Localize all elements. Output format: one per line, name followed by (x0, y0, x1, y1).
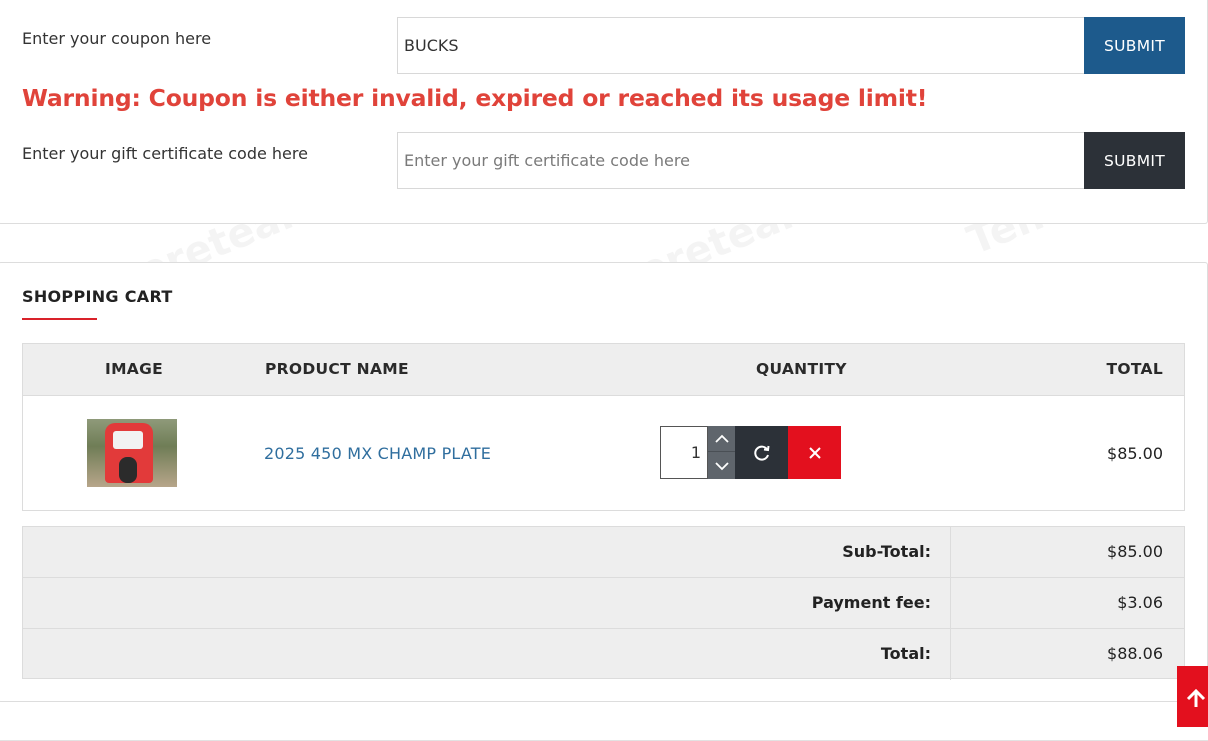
product-image[interactable] (87, 419, 177, 487)
scroll-to-top-button[interactable] (1177, 666, 1208, 727)
table-row: 2025 450 MX CHAMP PLATE 1 $85.00 (23, 396, 1184, 510)
column-header-product-name: PRODUCT NAME (265, 360, 409, 378)
cart-table-header: IMAGE PRODUCT NAME QUANTITY TOTAL (23, 344, 1184, 396)
totals-row-total: Total: $88.06 (23, 629, 1184, 680)
subtotal-value: $85.00 (1107, 542, 1163, 561)
quantity-stepper (708, 426, 735, 479)
subtotal-label: Sub-Total: (842, 542, 931, 561)
shopping-cart-heading: SHOPPING CART (22, 287, 173, 306)
chevron-up-icon (714, 434, 729, 443)
cart-totals-table: Sub-Total: $85.00 Payment fee: $3.06 Tot… (22, 526, 1185, 680)
coupon-warning-message: Warning: Coupon is either invalid, expir… (22, 84, 928, 112)
arrow-up-icon (1186, 688, 1206, 707)
totals-divider (950, 578, 951, 628)
quantity-increase-button[interactable] (708, 426, 735, 452)
coupon-input[interactable] (397, 17, 1085, 74)
thumb-wheel-shape (119, 457, 137, 483)
gift-certificate-label: Enter your gift certificate code here (22, 144, 308, 163)
chevron-down-icon (714, 461, 729, 470)
gift-certificate-submit-button[interactable]: SUBMIT (1084, 132, 1185, 189)
refresh-icon (753, 445, 769, 461)
column-header-total: TOTAL (1106, 360, 1163, 378)
column-header-image: IMAGE (105, 360, 163, 378)
gift-certificate-input[interactable] (397, 132, 1085, 189)
totals-row-payment-fee: Payment fee: $3.06 (23, 578, 1184, 629)
cart-table: IMAGE PRODUCT NAME QUANTITY TOTAL 2025 4… (22, 343, 1185, 511)
totals-divider (950, 629, 951, 680)
quantity-input[interactable] (660, 426, 708, 479)
close-icon (808, 446, 821, 459)
quantity-decrease-button[interactable] (708, 453, 735, 479)
checkout-page: Tenereteam Tenereteam Tenereteam Teneret… (0, 0, 1208, 741)
product-name-link[interactable]: 2025 450 MX CHAMP PLATE (264, 444, 491, 463)
payment-fee-value: $3.06 (1117, 593, 1163, 612)
thumb-plate-shape (113, 431, 143, 449)
total-label: Total: (880, 644, 931, 663)
coupon-submit-button[interactable]: SUBMIT (1084, 17, 1185, 74)
totals-divider (950, 527, 951, 577)
coupon-label: Enter your coupon here (22, 29, 212, 48)
remove-item-button[interactable] (788, 426, 841, 479)
gift-certificate-form: Enter your gift certificate code here SU… (0, 132, 1208, 189)
heading-underline (22, 318, 97, 320)
total-value: $88.06 (1107, 644, 1163, 663)
column-header-quantity: QUANTITY (756, 360, 847, 378)
coupon-form: Enter your coupon here SUBMIT (0, 17, 1208, 74)
totals-row-subtotal: Sub-Total: $85.00 (23, 527, 1184, 578)
item-total: $85.00 (1107, 444, 1163, 463)
update-quantity-button[interactable] (735, 426, 788, 479)
payment-fee-label: Payment fee: (811, 593, 931, 612)
